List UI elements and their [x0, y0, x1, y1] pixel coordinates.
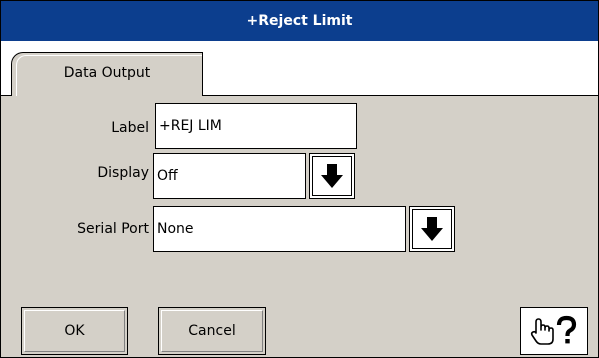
label-field-label: Label [111, 120, 149, 136]
display-select-value: Off [157, 168, 178, 184]
window-title: +Reject Limit [246, 13, 353, 29]
ok-button-label: OK [64, 323, 85, 339]
serial-port-field-label: Serial Port [77, 221, 149, 237]
serial-port-dropdown-button[interactable] [409, 206, 455, 252]
display-select[interactable]: Off [153, 153, 306, 199]
help-button[interactable] [520, 307, 588, 355]
arrow-down-icon [321, 164, 343, 188]
serial-port-select-value: None [157, 221, 194, 237]
label-input[interactable]: +REJ LIM [155, 103, 357, 149]
tab-strip: Data Output [1, 41, 598, 96]
cancel-button[interactable]: Cancel [158, 307, 266, 355]
arrow-down-icon [421, 217, 443, 241]
cancel-button-label: Cancel [188, 323, 236, 339]
serial-port-select[interactable]: None [153, 206, 406, 252]
dialog-window: +Reject Limit Data Output Label +REJ LIM… [0, 0, 599, 358]
hand-question-icon [530, 315, 577, 345]
ok-button[interactable]: OK [21, 307, 128, 355]
title-bar: +Reject Limit [1, 1, 598, 41]
tab-data-output[interactable]: Data Output [11, 52, 203, 96]
display-dropdown-button[interactable] [309, 153, 355, 199]
tab-content-panel: Label +REJ LIM Display Off Serial Port N… [1, 96, 598, 357]
tab-data-output-label: Data Output [63, 65, 151, 81]
label-input-value: +REJ LIM [159, 118, 222, 134]
display-field-label: Display [97, 165, 149, 181]
